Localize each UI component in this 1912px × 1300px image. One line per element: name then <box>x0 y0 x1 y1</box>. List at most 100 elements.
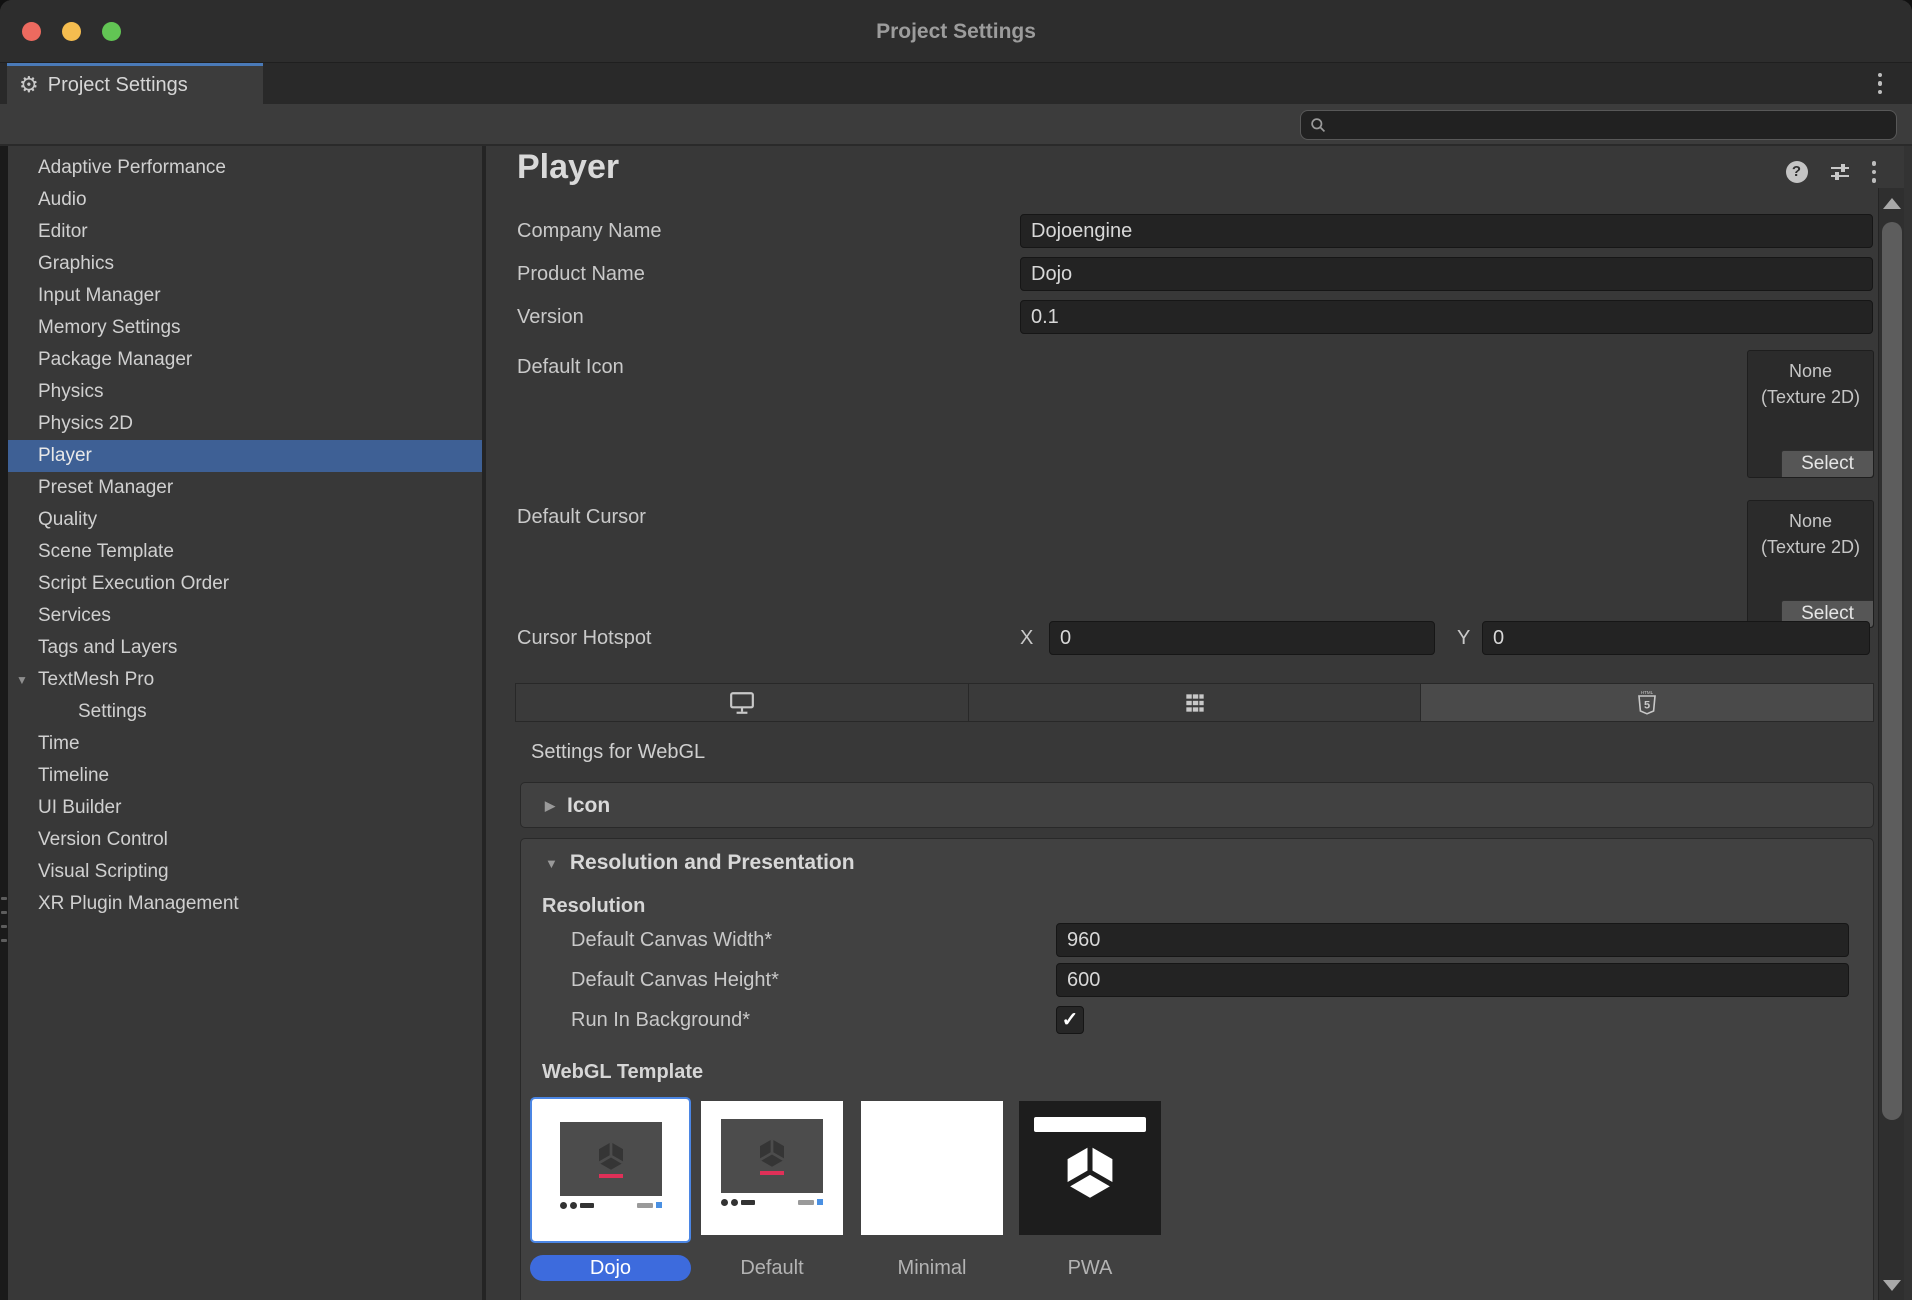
sidebar-item-label: Input Manager <box>38 285 161 306</box>
search-box[interactable] <box>1300 110 1897 140</box>
sidebar-item-package-manager[interactable]: ▼ Package Manager <box>8 344 482 376</box>
hotspot-x-field[interactable] <box>1049 621 1435 655</box>
resolution-presentation-header[interactable]: ▼ Resolution and Presentation <box>521 845 1873 881</box>
scroll-up-arrow[interactable] <box>1883 198 1901 209</box>
scroll-down-arrow[interactable] <box>1883 1280 1901 1291</box>
sidebar-item-label: Player <box>38 445 92 466</box>
cursor-hotspot-label: Cursor Hotspot <box>517 621 652 655</box>
sidebar-item-physics-2d[interactable]: ▼ Physics 2D <box>8 408 482 440</box>
scrollbar-thumb[interactable] <box>1882 222 1902 1120</box>
platform-tab-dedicated-server[interactable] <box>969 684 1422 721</box>
sidebar-item-preset-manager[interactable]: ▼ Preset Manager <box>8 472 482 504</box>
tab-project-settings[interactable]: ⚙ Project Settings <box>7 63 263 104</box>
template-card-pwa[interactable] <box>1019 1101 1161 1235</box>
hotspot-x-label: X <box>1020 621 1033 655</box>
sidebar-item-timeline[interactable]: ▼ Timeline <box>8 760 482 792</box>
sidebar-item-label: Editor <box>38 221 88 242</box>
gear-icon: ⚙ <box>19 74 39 96</box>
sidebar-item-editor[interactable]: ▼ Editor <box>8 216 482 248</box>
sidebar-item-adaptive-performance[interactable]: ▼ Adaptive Performance <box>8 152 482 184</box>
default-icon-label: Default Icon <box>517 350 624 384</box>
sidebar-item-label: Timeline <box>38 765 109 786</box>
sidebar-item-settings[interactable]: ▼ Settings <box>8 696 482 728</box>
sidebar-item-textmesh-pro[interactable]: ▼ TextMesh Pro <box>8 664 482 696</box>
template-card-dojo[interactable] <box>530 1097 691 1243</box>
default-canvas-height-field[interactable] <box>1056 963 1849 997</box>
sidebar-item-label: Physics 2D <box>38 413 133 434</box>
platform-tab-webgl[interactable]: HTML 5 <box>1421 684 1873 721</box>
default-canvas-width-field[interactable] <box>1056 923 1849 957</box>
svg-text:5: 5 <box>1644 699 1650 711</box>
product-name-field[interactable] <box>1020 257 1873 291</box>
sidebar-item-audio[interactable]: ▼ Audio <box>8 184 482 216</box>
panel-menu-kebab-icon[interactable] <box>1872 161 1877 183</box>
sidebar-item-tags-and-layers[interactable]: ▼ Tags and Layers <box>8 632 482 664</box>
sidebar-item-label: XR Plugin Management <box>38 893 239 914</box>
sidebar-item-label: Script Execution Order <box>38 573 229 594</box>
chevron-right-icon: ▶ <box>545 798 555 814</box>
default-icon-object-field[interactable]: None (Texture 2D) Select <box>1747 350 1874 478</box>
presets-sliders-icon[interactable] <box>1828 160 1852 184</box>
template-label-minimal[interactable]: Minimal <box>861 1255 1003 1281</box>
sidebar-item-quality[interactable]: ▼ Quality <box>8 504 482 536</box>
help-icon[interactable]: ? <box>1786 161 1808 183</box>
template-thumbnail <box>537 1104 684 1236</box>
default-icon-none-type: (Texture 2D) <box>1748 384 1873 410</box>
sidebar-item-label: Settings <box>78 701 147 722</box>
hotspot-y-field[interactable] <box>1482 621 1870 655</box>
template-label-dojo[interactable]: Dojo <box>530 1255 691 1281</box>
sidebar-item-label: TextMesh Pro <box>38 669 154 690</box>
sidebar-item-label: UI Builder <box>38 797 121 818</box>
window-left-edge <box>0 146 8 1300</box>
version-field[interactable] <box>1020 300 1873 334</box>
search-input[interactable] <box>1333 114 1873 136</box>
sidebar-item-visual-scripting[interactable]: ▼ Visual Scripting <box>8 856 482 888</box>
icon-section-label: Icon <box>567 794 610 818</box>
sidebar-item-label: Time <box>38 733 80 754</box>
run-in-background-checkbox[interactable]: ✓ <box>1056 1006 1084 1034</box>
default-icon-select-button[interactable]: Select <box>1781 450 1873 477</box>
sidebar-item-physics[interactable]: ▼ Physics <box>8 376 482 408</box>
icon-section[interactable]: ▶ Icon <box>520 782 1874 828</box>
vertical-scrollbar[interactable] <box>1878 188 1904 1300</box>
template-thumbnail <box>701 1101 843 1235</box>
sidebar-item-script-execution-order[interactable]: ▼ Script Execution Order <box>8 568 482 600</box>
sidebar-item-label: Services <box>38 605 111 626</box>
tab-menu-kebab-icon[interactable] <box>1878 63 1883 104</box>
player-settings-panel: Player ? Company Name Product Name Versi… <box>486 146 1912 1300</box>
sidebar-item-label: Physics <box>38 381 103 402</box>
sidebar-item-label: Tags and Layers <box>38 637 177 658</box>
sidebar-item-scene-template[interactable]: ▼ Scene Template <box>8 536 482 568</box>
toolbar <box>0 104 1912 146</box>
header-icons: ? <box>1786 160 1877 184</box>
monitor-icon <box>728 690 756 716</box>
default-canvas-height-label: Default Canvas Height* <box>571 963 779 997</box>
platform-tab-standalone[interactable] <box>516 684 969 721</box>
product-name-label: Product Name <box>517 257 645 291</box>
sidebar-item-label: Package Manager <box>38 349 192 370</box>
company-name-field[interactable] <box>1020 214 1873 248</box>
template-card-minimal[interactable] <box>861 1101 1003 1235</box>
sidebar-item-version-control[interactable]: ▼ Version Control <box>8 824 482 856</box>
sidebar-item-graphics[interactable]: ▼ Graphics <box>8 248 482 280</box>
unity-logo-icon <box>1062 1144 1118 1200</box>
platform-tab-bar: HTML 5 <box>515 683 1874 722</box>
sidebar-item-time[interactable]: ▼ Time <box>8 728 482 760</box>
template-label-pwa[interactable]: PWA <box>1019 1255 1161 1281</box>
settings-category-sidebar: ▼ Adaptive Performance ▼ Audio ▼ Editor … <box>8 146 482 1300</box>
sidebar-item-label: Quality <box>38 509 97 530</box>
sidebar-item-input-manager[interactable]: ▼ Input Manager <box>8 280 482 312</box>
title-bar: Project Settings <box>0 0 1912 63</box>
sidebar-item-services[interactable]: ▼ Services <box>8 600 482 632</box>
svg-text:HTML: HTML <box>1641 690 1654 695</box>
template-card-default[interactable] <box>701 1101 843 1235</box>
sidebar-item-ui-builder[interactable]: ▼ UI Builder <box>8 792 482 824</box>
sidebar-item-label: Preset Manager <box>38 477 173 498</box>
sidebar-item-player[interactable]: ▼ Player <box>8 440 482 472</box>
template-label-default[interactable]: Default <box>701 1255 843 1281</box>
default-canvas-width-label: Default Canvas Width* <box>571 923 772 957</box>
default-cursor-object-field[interactable]: None (Texture 2D) Select <box>1747 500 1874 628</box>
sidebar-item-memory-settings[interactable]: ▼ Memory Settings <box>8 312 482 344</box>
sidebar-item-xr-plugin-management[interactable]: ▼ XR Plugin Management <box>8 888 482 920</box>
accent-bar <box>599 1174 623 1178</box>
